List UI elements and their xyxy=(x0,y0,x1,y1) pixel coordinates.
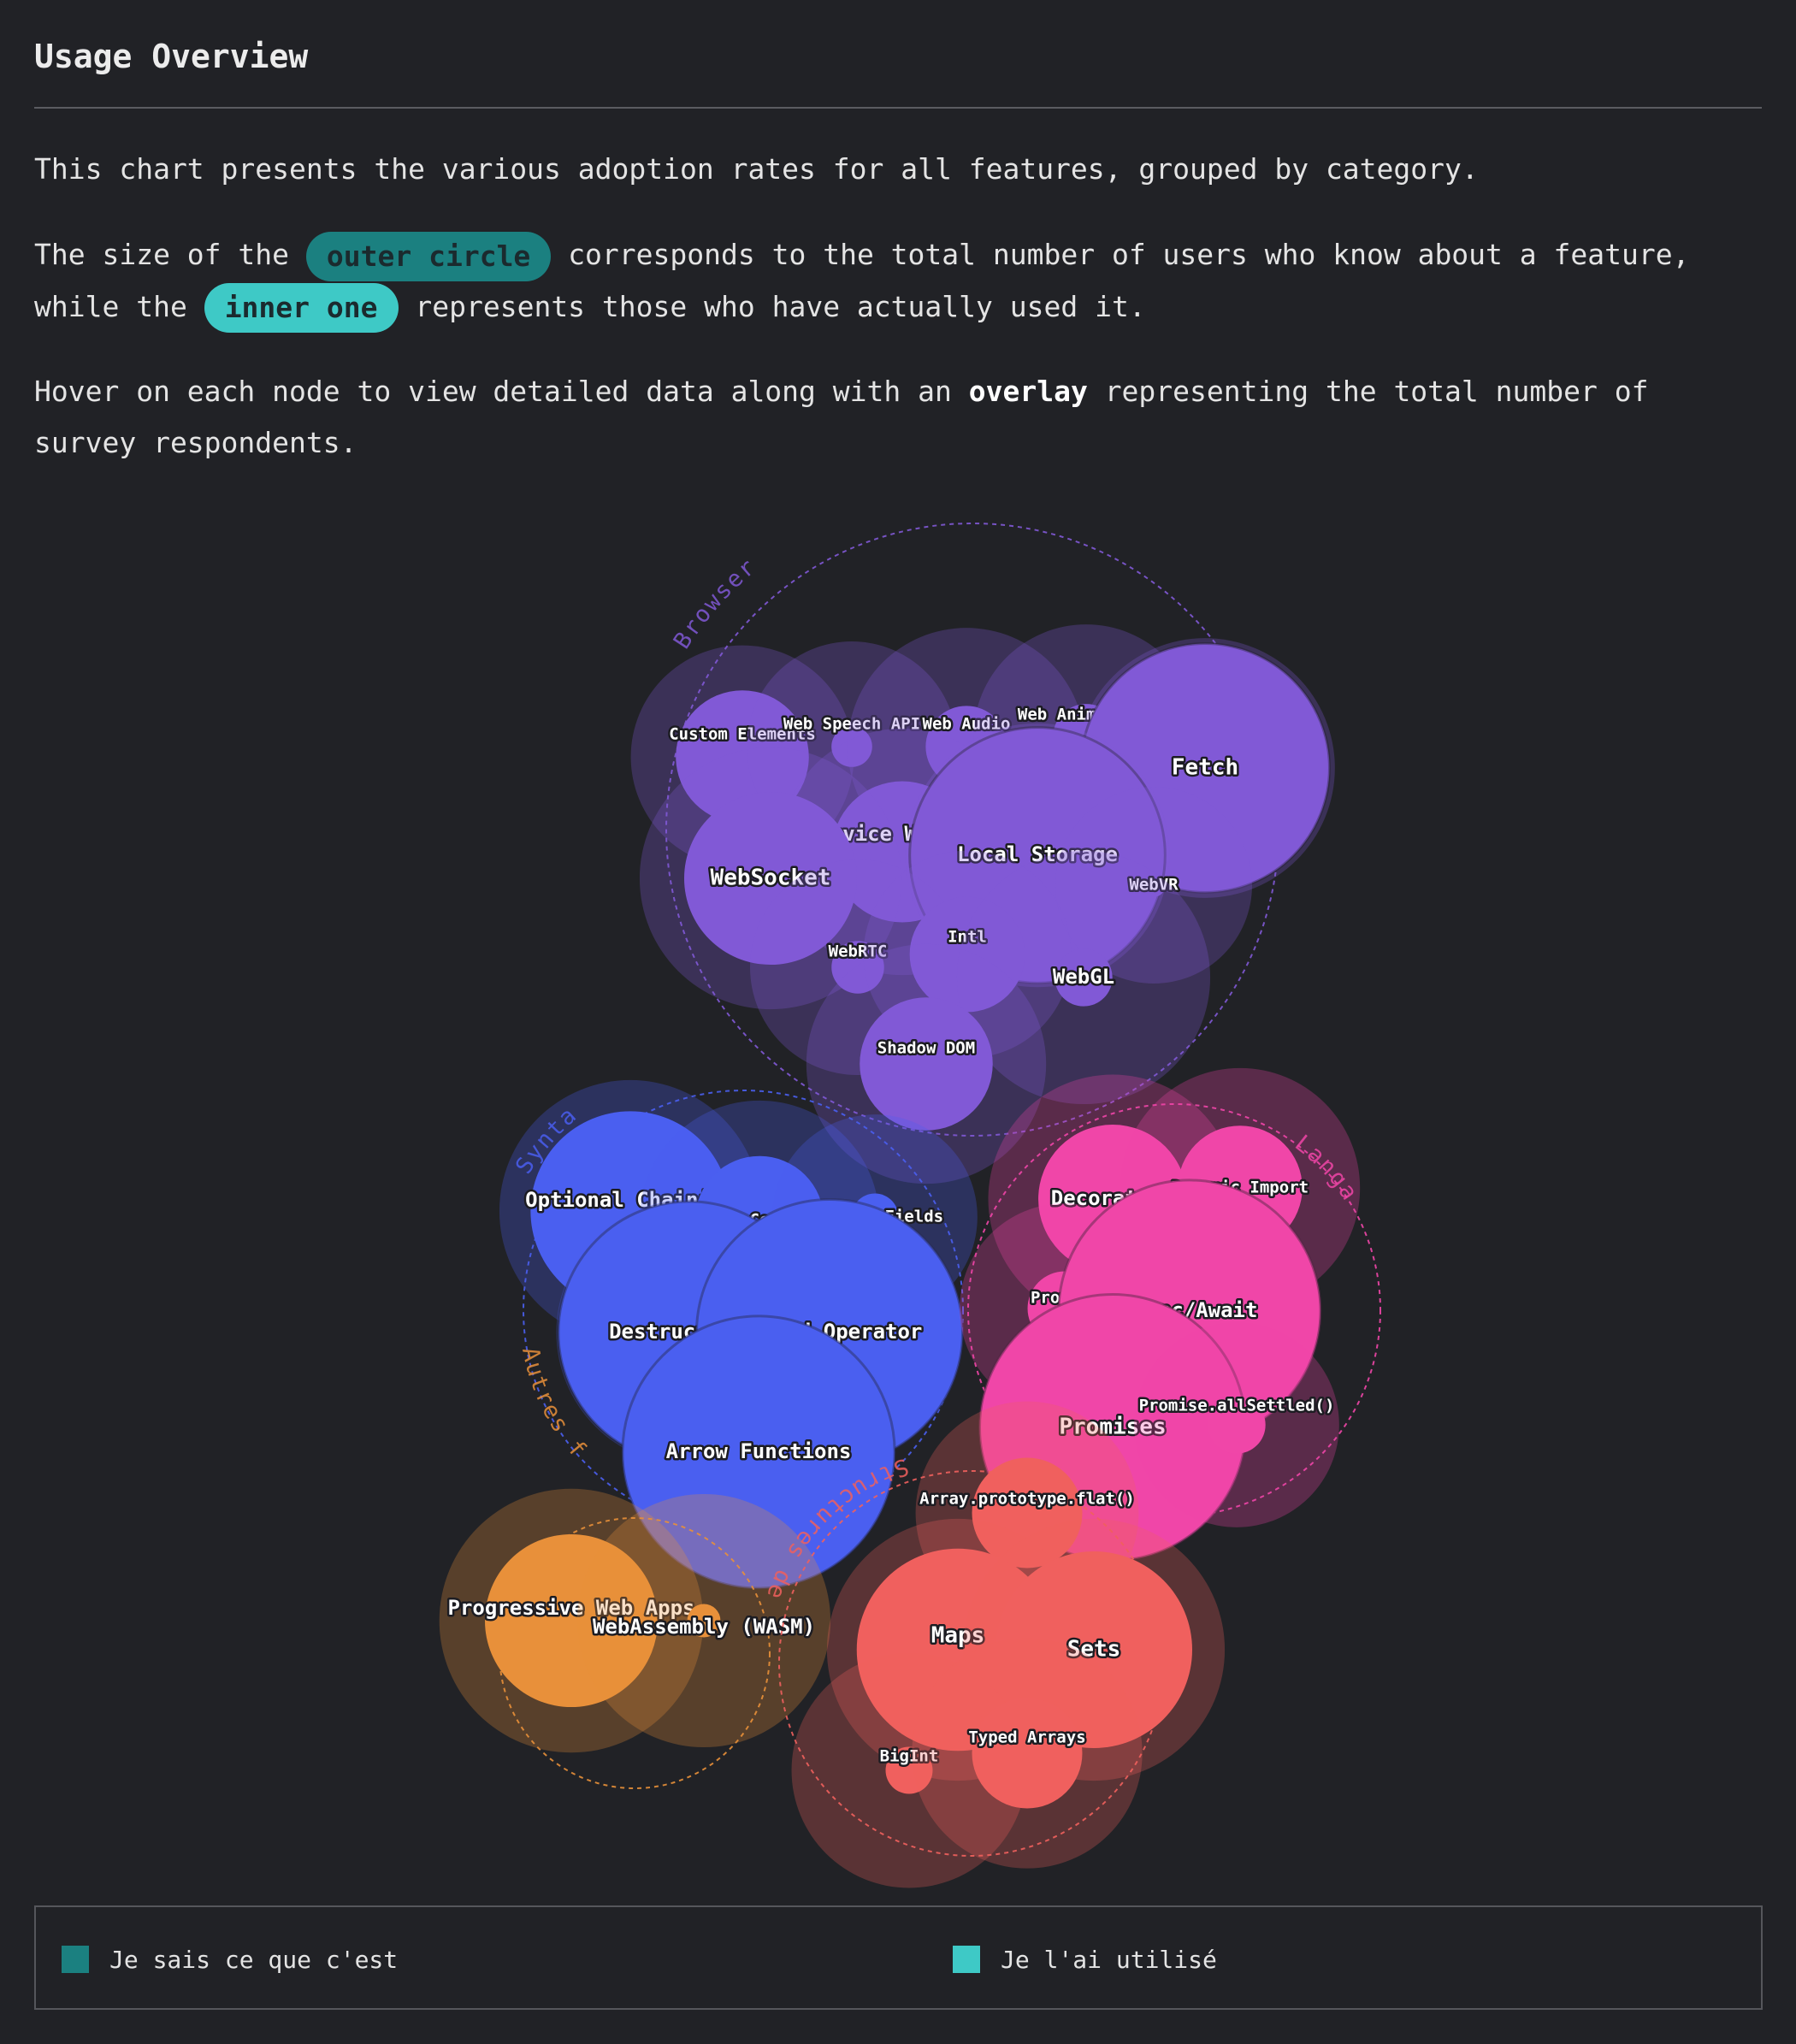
feature-node[interactable]: WebAssembly (WASM) xyxy=(576,1493,831,1748)
intro-text: This chart presents the various adoption… xyxy=(34,152,1479,186)
overlay-emphasis: overlay xyxy=(968,375,1088,408)
inner-circle xyxy=(860,997,993,1131)
intro-text: while the xyxy=(34,289,187,323)
intro-paragraph-3: Hover on each node to view detailed data… xyxy=(34,366,1770,469)
legend-swatch-used xyxy=(953,1946,980,1973)
outer-circle-pill: outer circle xyxy=(305,231,552,281)
title-divider xyxy=(34,107,1762,109)
bubble-chart: Browser APIsCustom ElementsWeb Speech AP… xyxy=(0,479,1381,1888)
group-label: Syntaxe xyxy=(0,479,582,1179)
feature-label: WebGL xyxy=(1053,965,1114,989)
feature-label: Typed Arrays xyxy=(968,1728,1085,1747)
intro-text: representing the total number of xyxy=(1104,375,1649,408)
feature-node[interactable]: Typed Arrays xyxy=(912,1638,1143,1869)
intro-text: corresponds to the total number of users… xyxy=(568,238,1690,271)
feature-label: Promise.allSettled() xyxy=(1139,1397,1335,1415)
intro-text: Hover on each node to view detailed data… xyxy=(34,375,952,408)
legend: Je sais ce que c'est Je l'ai utilisé xyxy=(34,1905,1763,2010)
intro-paragraph-2: The size of the outer circle corresponds… xyxy=(34,229,1770,333)
group-label: Browser APIs xyxy=(0,479,774,653)
group-label: Autres fonctionnalités xyxy=(0,479,592,1464)
legend-item-used: Je l'ai utilisé xyxy=(953,1945,1217,1974)
page: Usage Overview This chart presents the v… xyxy=(0,0,1796,2044)
legend-item-known: Je sais ce que c'est xyxy=(62,1945,398,1974)
feature-label: Shadow DOM xyxy=(877,1039,975,1058)
feature-label: Fetch xyxy=(1172,755,1238,781)
legend-label-used: Je l'ai utilisé xyxy=(1001,1945,1217,1974)
inner-circle-pill: inner one xyxy=(204,283,399,333)
feature-node[interactable]: Promise.allSettled() xyxy=(1134,1322,1339,1527)
legend-swatch-known xyxy=(62,1946,89,1973)
intro-text: The size of the xyxy=(34,238,290,271)
intro-paragraph-1: This chart presents the various adoption… xyxy=(34,144,1770,195)
feature-label: Arrow Functions xyxy=(666,1439,852,1463)
legend-label-known: Je sais ce que c'est xyxy=(109,1945,399,1974)
intro-text: survey respondents. xyxy=(34,426,357,459)
page-title: Usage Overview xyxy=(34,38,309,75)
feature-label: Array.prototype.flat() xyxy=(919,1490,1135,1509)
inner-circle xyxy=(972,1698,1083,1809)
intro-text: represents those who have actually used … xyxy=(415,289,1146,323)
